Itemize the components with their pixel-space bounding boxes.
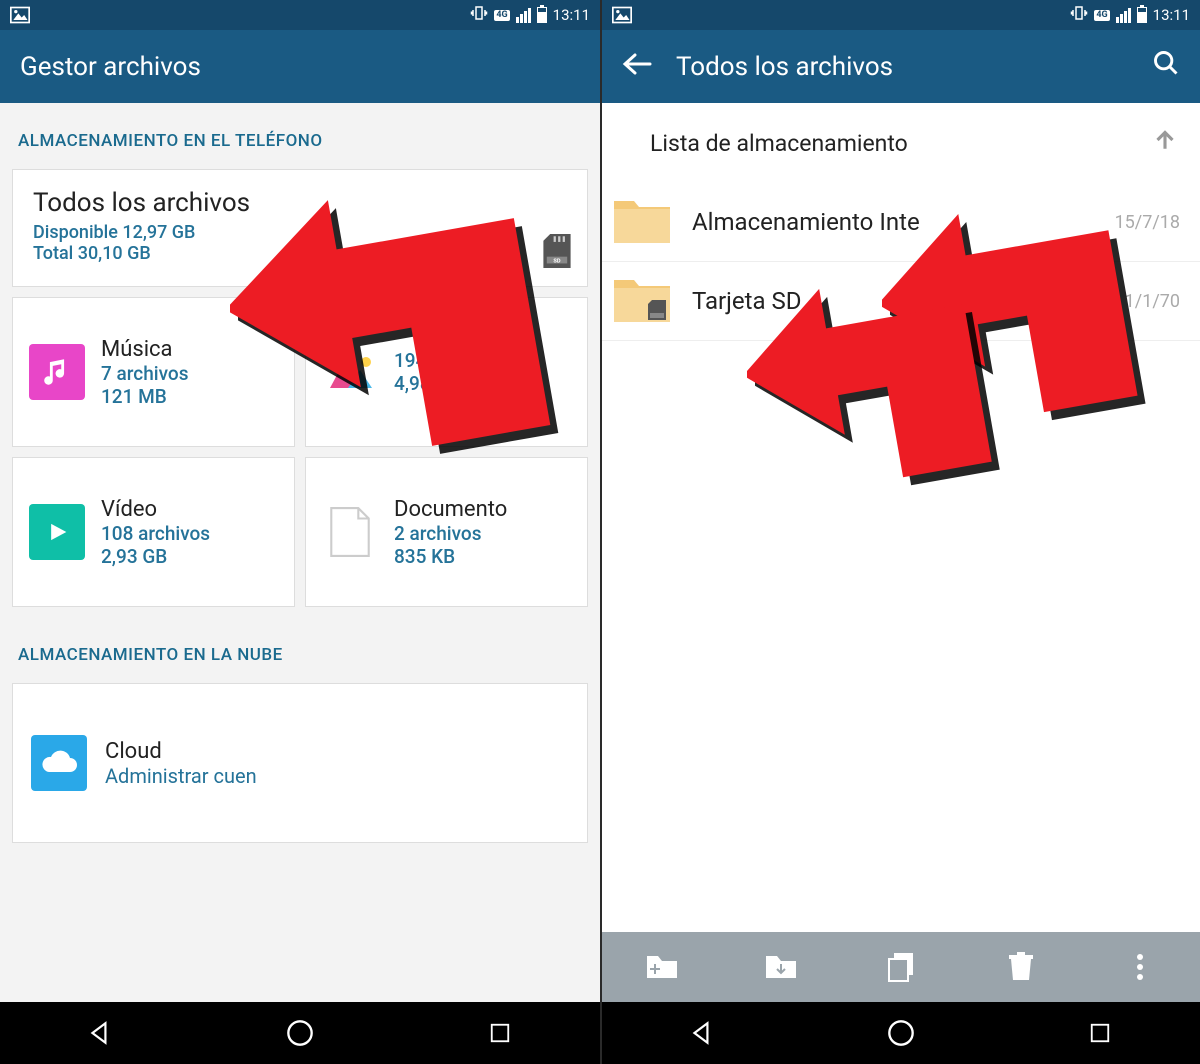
picture-icon bbox=[612, 6, 632, 24]
battery-icon bbox=[537, 7, 547, 23]
all-files-available: Disponible 12,97 GB bbox=[33, 222, 567, 243]
tile-size: 2,93 GB bbox=[101, 545, 210, 568]
clock: 13:11 bbox=[553, 6, 590, 24]
breadcrumb: Lista de almacenamiento bbox=[602, 103, 1200, 183]
storage-row-internal[interactable]: Almacenamiento Inte 15/7/18 bbox=[602, 183, 1200, 262]
video-tile[interactable]: Vídeo 108 archivos 2,93 GB bbox=[12, 457, 295, 607]
nav-bar bbox=[0, 1002, 600, 1064]
download-folder-button[interactable] bbox=[722, 932, 842, 1002]
content-right: Lista de almacenamiento Almacenamiento I… bbox=[602, 103, 1200, 932]
vibrate-icon bbox=[470, 4, 488, 26]
row-label: Tarjeta SD bbox=[692, 287, 1105, 315]
status-bar: 4G 13:11 bbox=[602, 0, 1200, 30]
music-tile[interactable]: Música 7 archivos 121 MB bbox=[12, 297, 295, 447]
all-files-title: Todos los archivos bbox=[33, 188, 567, 218]
cloud-card[interactable]: Cloud Administrar cuen bbox=[12, 683, 588, 843]
tile-size: 121 MB bbox=[101, 385, 188, 408]
folder-sd-icon bbox=[612, 276, 672, 326]
phone-right: 4G 13:11 Todos los archivos Lista de alm… bbox=[600, 0, 1200, 1064]
signal-icon bbox=[516, 8, 531, 23]
up-button[interactable] bbox=[1150, 125, 1180, 161]
app-bar: Todos los archivos bbox=[602, 30, 1200, 103]
nav-recent-button[interactable] bbox=[485, 1018, 515, 1048]
nav-home-button[interactable] bbox=[285, 1018, 315, 1048]
storage-row-sdcard[interactable]: Tarjeta SD 1/1/70 bbox=[602, 262, 1200, 341]
tile-count: 7 archivos bbox=[101, 362, 188, 385]
section-cloud-storage: ALMACENAMIENTO EN LA NUBE bbox=[0, 617, 600, 683]
network-badge: 4G bbox=[494, 10, 509, 21]
cloud-icon bbox=[31, 735, 87, 791]
delete-button[interactable] bbox=[961, 932, 1081, 1002]
app-bar: Gestor archivos bbox=[0, 30, 600, 103]
picture-icon bbox=[10, 6, 30, 24]
tile-count: 108 archivos bbox=[101, 522, 210, 545]
section-phone-storage: ALMACENAMIENTO EN EL TELÉFONO bbox=[0, 103, 600, 169]
tile-count: 194 bbox=[394, 349, 460, 372]
folder-icon bbox=[612, 197, 672, 247]
copy-button[interactable] bbox=[841, 932, 961, 1002]
svg-text:SD: SD bbox=[553, 258, 560, 264]
row-date: 15/7/18 bbox=[1115, 212, 1180, 233]
breadcrumb-label: Lista de almacenamiento bbox=[650, 130, 908, 157]
clock: 13:11 bbox=[1153, 6, 1190, 24]
more-button[interactable] bbox=[1080, 932, 1200, 1002]
nav-recent-button[interactable] bbox=[1085, 1018, 1115, 1048]
vibrate-icon bbox=[1070, 4, 1088, 26]
row-date: 1/1/70 bbox=[1125, 291, 1180, 312]
document-tile[interactable]: Documento 2 archivos 835 KB bbox=[305, 457, 588, 607]
battery-icon bbox=[1137, 7, 1147, 23]
search-button[interactable] bbox=[1152, 49, 1180, 84]
back-button[interactable] bbox=[622, 52, 652, 82]
cloud-name: Cloud bbox=[105, 739, 257, 764]
tile-name: Música bbox=[101, 337, 188, 362]
app-title: Gestor archivos bbox=[20, 52, 580, 82]
image-icon bbox=[322, 344, 378, 400]
tile-name: Vídeo bbox=[101, 497, 210, 522]
nav-home-button[interactable] bbox=[886, 1018, 916, 1048]
new-folder-button[interactable] bbox=[602, 932, 722, 1002]
sd-card-icon: SD bbox=[543, 234, 571, 272]
all-files-card[interactable]: Todos los archivos Disponible 12,97 GB T… bbox=[12, 169, 588, 287]
status-bar: 4G 13:11 bbox=[0, 0, 600, 30]
phone-left: 4G 13:11 Gestor archivos ALMACENAMIENTO … bbox=[0, 0, 600, 1064]
tile-name: Documento bbox=[394, 497, 507, 522]
row-label: Almacenamiento Inte bbox=[692, 208, 1095, 236]
app-title: Todos los archivos bbox=[676, 52, 1128, 82]
nav-back-button[interactable] bbox=[687, 1018, 717, 1048]
all-files-total: Total 30,10 GB bbox=[33, 243, 567, 264]
tile-size: 4,98 GB bbox=[394, 372, 460, 395]
music-icon bbox=[29, 344, 85, 400]
image-tile[interactable]: 194 4,98 GB bbox=[305, 297, 588, 447]
network-badge: 4G bbox=[1094, 10, 1109, 21]
bottom-toolbar bbox=[602, 932, 1200, 1002]
nav-bar bbox=[602, 1002, 1200, 1064]
nav-back-button[interactable] bbox=[85, 1018, 115, 1048]
video-icon bbox=[29, 504, 85, 560]
content-left: ALMACENAMIENTO EN EL TELÉFONO Todos los … bbox=[0, 103, 600, 1002]
signal-icon bbox=[1116, 8, 1131, 23]
cloud-sub: Administrar cuen bbox=[105, 764, 257, 788]
document-icon bbox=[322, 504, 378, 560]
tile-size: 835 KB bbox=[394, 545, 507, 568]
tile-count: 2 archivos bbox=[394, 522, 507, 545]
